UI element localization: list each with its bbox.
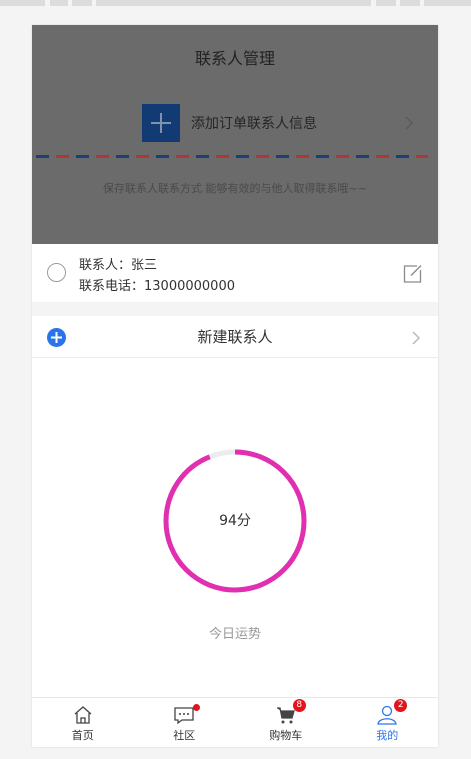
- top-strip-segment: [0, 0, 45, 6]
- tab-community[interactable]: 社区: [134, 698, 236, 747]
- fortune-score: 94分: [219, 513, 251, 529]
- chat-icon: [173, 704, 201, 725]
- top-strip-segment: [50, 0, 68, 6]
- contact-name: 联系人：张三: [79, 258, 158, 273]
- new-contact-label: 新建联系人: [197, 328, 273, 346]
- fortune-caption: 今日运势: [208, 627, 261, 642]
- add-contact-button[interactable]: [142, 104, 180, 142]
- cart-icon: 8: [275, 699, 306, 725]
- contact-phone: 联系电话：13000000000: [79, 279, 235, 294]
- tab-cart[interactable]: 8 购物车: [235, 698, 337, 747]
- browser-top-strip: [0, 0, 471, 6]
- tab-label: 我的: [376, 729, 399, 742]
- section-gap: [32, 302, 438, 316]
- home-icon: [72, 705, 94, 725]
- tab-mine[interactable]: 2 我的: [337, 698, 439, 747]
- top-strip-segment: [96, 0, 371, 6]
- plus-icon: [151, 113, 171, 133]
- tab-label: 社区: [173, 729, 196, 742]
- add-contact-label: 添加订单联系人信息: [191, 116, 317, 132]
- top-strip-segment: [424, 0, 471, 6]
- tab-label: 购物车: [269, 729, 303, 742]
- cart-badge: 8: [292, 699, 306, 712]
- top-strip-segment: [72, 0, 92, 6]
- envelope-stripe: [36, 155, 428, 158]
- tab-home[interactable]: 首页: [32, 698, 134, 747]
- chevron-right-icon[interactable]: [404, 115, 414, 131]
- new-contact-row[interactable]: 新建联系人: [32, 316, 438, 358]
- edit-icon[interactable]: [402, 263, 423, 284]
- mine-badge: 2: [394, 699, 408, 712]
- contact-header: 联系人管理 添加订单联系人信息 保存联系人联系方式 能够有效的与他人取得联系哦~…: [32, 25, 438, 244]
- top-strip-segment: [400, 0, 420, 6]
- chevron-right-icon: [412, 331, 420, 345]
- tab-label: 首页: [71, 729, 94, 742]
- bottom-tab-bar: 首页 社区 8 购物车 2 我的: [32, 697, 438, 747]
- contact-item[interactable]: 联系人：张三 联系电话：13000000000: [32, 244, 438, 302]
- page-title: 联系人管理: [194, 49, 275, 68]
- header-note: 保存联系人联系方式 能够有效的与他人取得联系哦~~: [103, 182, 367, 195]
- user-icon: 2: [376, 699, 408, 725]
- app-screen: 联系人管理 添加订单联系人信息 保存联系人联系方式 能够有效的与他人取得联系哦~…: [32, 25, 438, 747]
- contact-radio[interactable]: [47, 263, 66, 282]
- add-order-contact-row[interactable]: 添加订单联系人信息: [142, 104, 317, 142]
- notification-dot: [193, 704, 201, 711]
- top-strip-segment: [376, 0, 396, 6]
